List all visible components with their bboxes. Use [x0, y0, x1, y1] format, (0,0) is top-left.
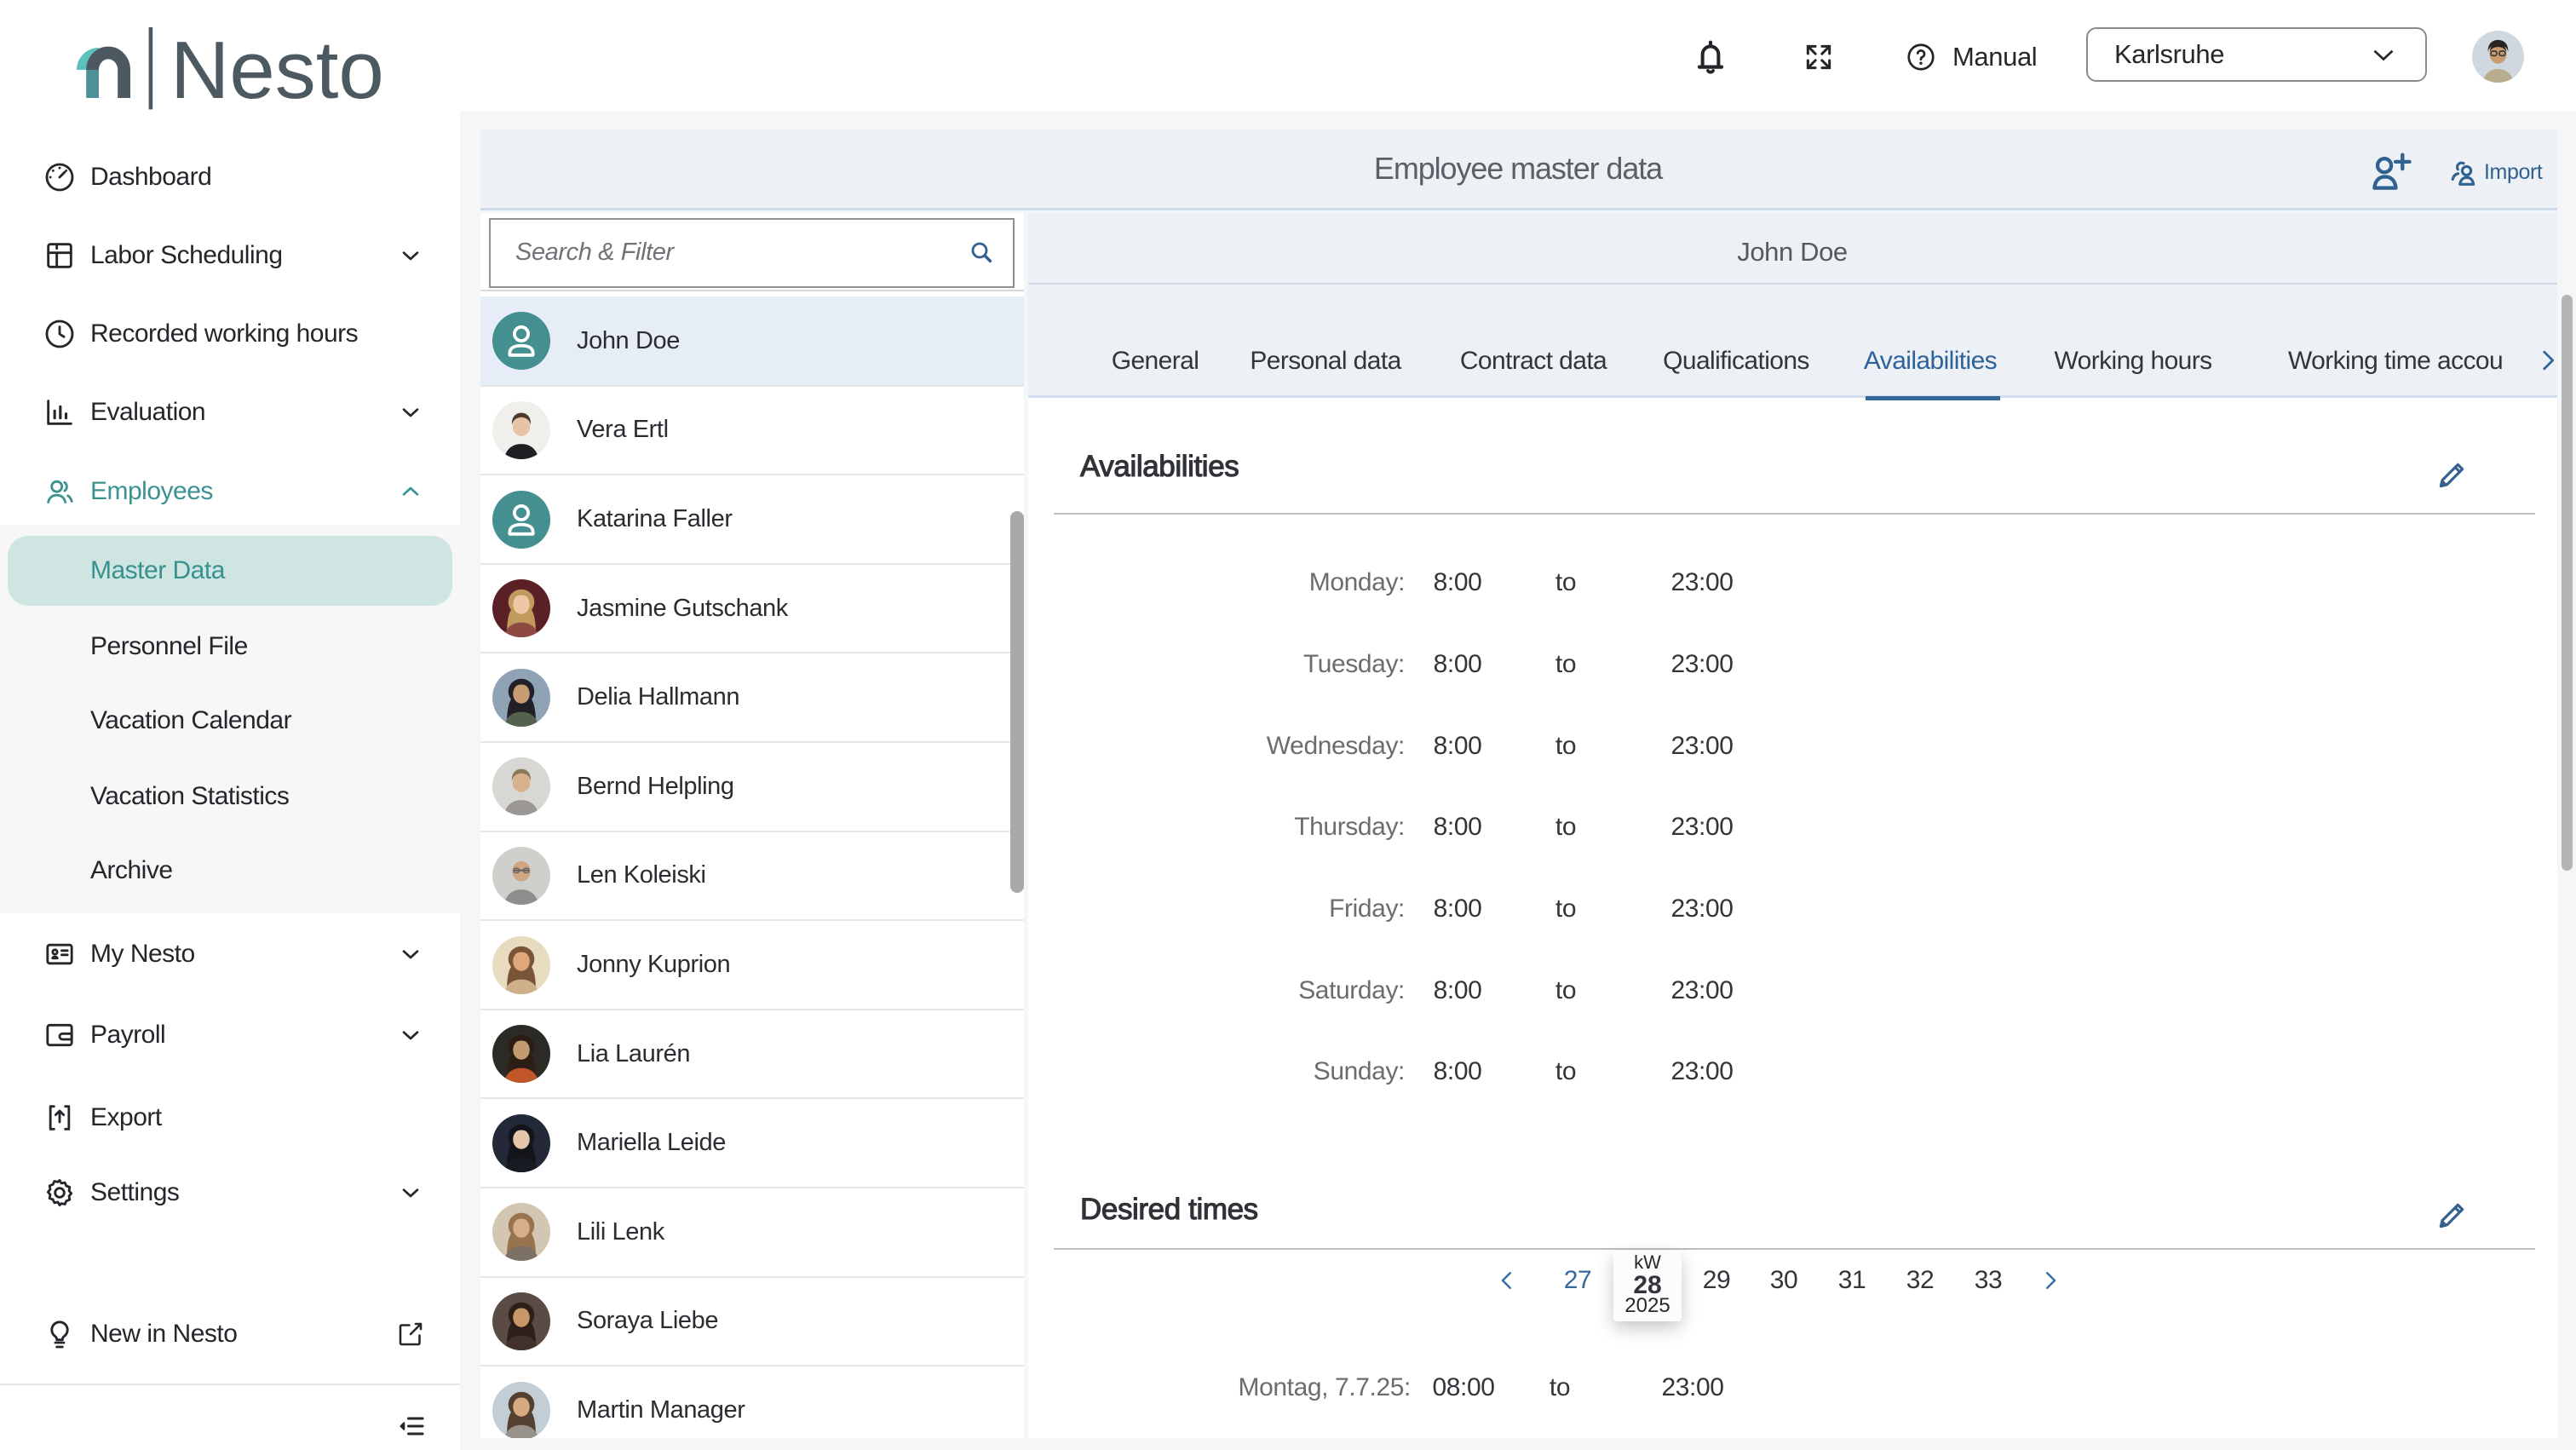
svg-text:Nesto: Nesto	[170, 25, 384, 111]
